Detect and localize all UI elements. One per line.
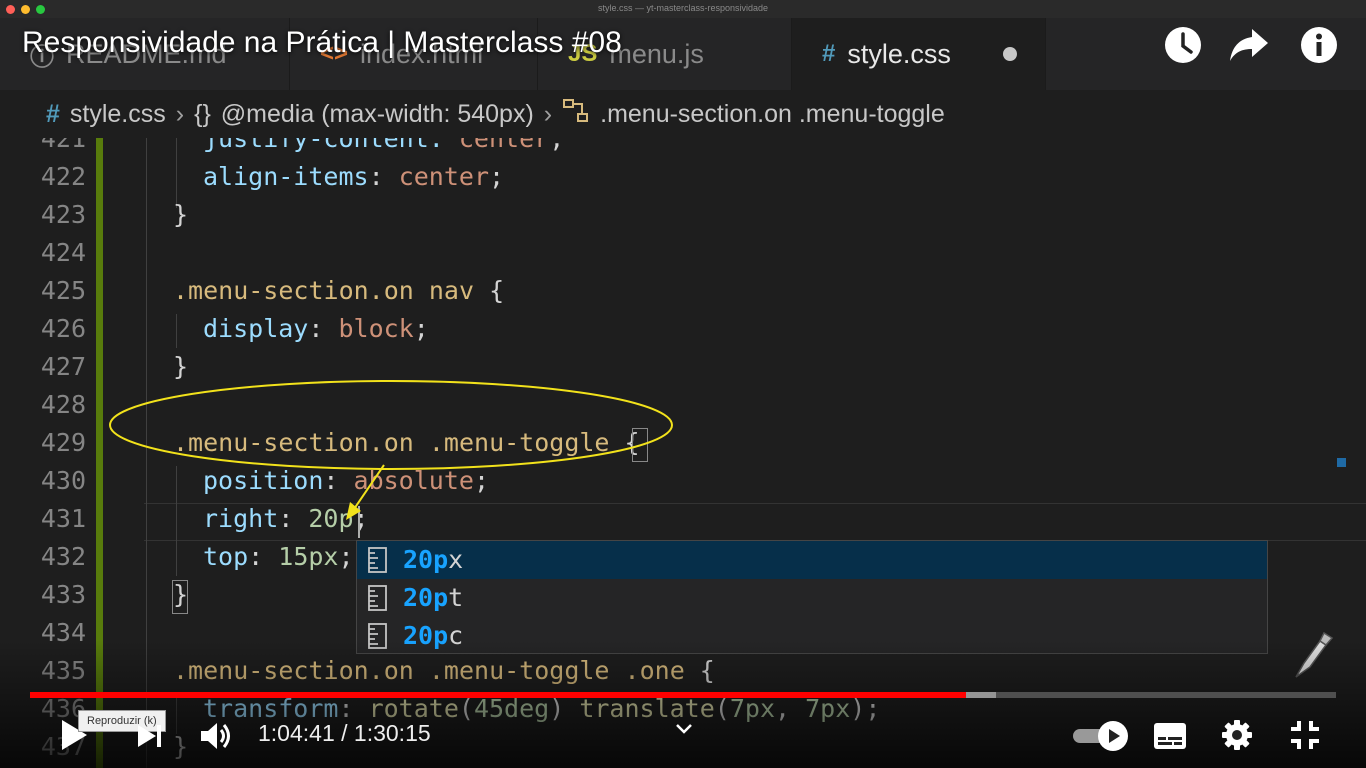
- time-display: 1:04:41 / 1:30:15: [258, 720, 431, 747]
- autoplay-toggle-icon[interactable]: [1070, 716, 1130, 756]
- chevron-down-icon[interactable]: [670, 716, 698, 742]
- volume-icon[interactable]: [196, 716, 236, 756]
- current-time: 1:04:41: [258, 720, 335, 746]
- annotation-arrow: [351, 464, 385, 513]
- gear-icon[interactable]: [1216, 714, 1258, 756]
- annotation-ellipse: [109, 380, 673, 470]
- progress-bar[interactable]: [30, 692, 1336, 698]
- next-icon[interactable]: [130, 718, 170, 754]
- subtitles-icon[interactable]: [1150, 716, 1190, 756]
- duration: 1:30:15: [353, 720, 431, 746]
- progress-played: [30, 692, 967, 698]
- time-separator: /: [341, 720, 354, 746]
- annotation-arrowhead: [346, 502, 361, 520]
- exit-fullscreen-icon[interactable]: [1284, 714, 1326, 756]
